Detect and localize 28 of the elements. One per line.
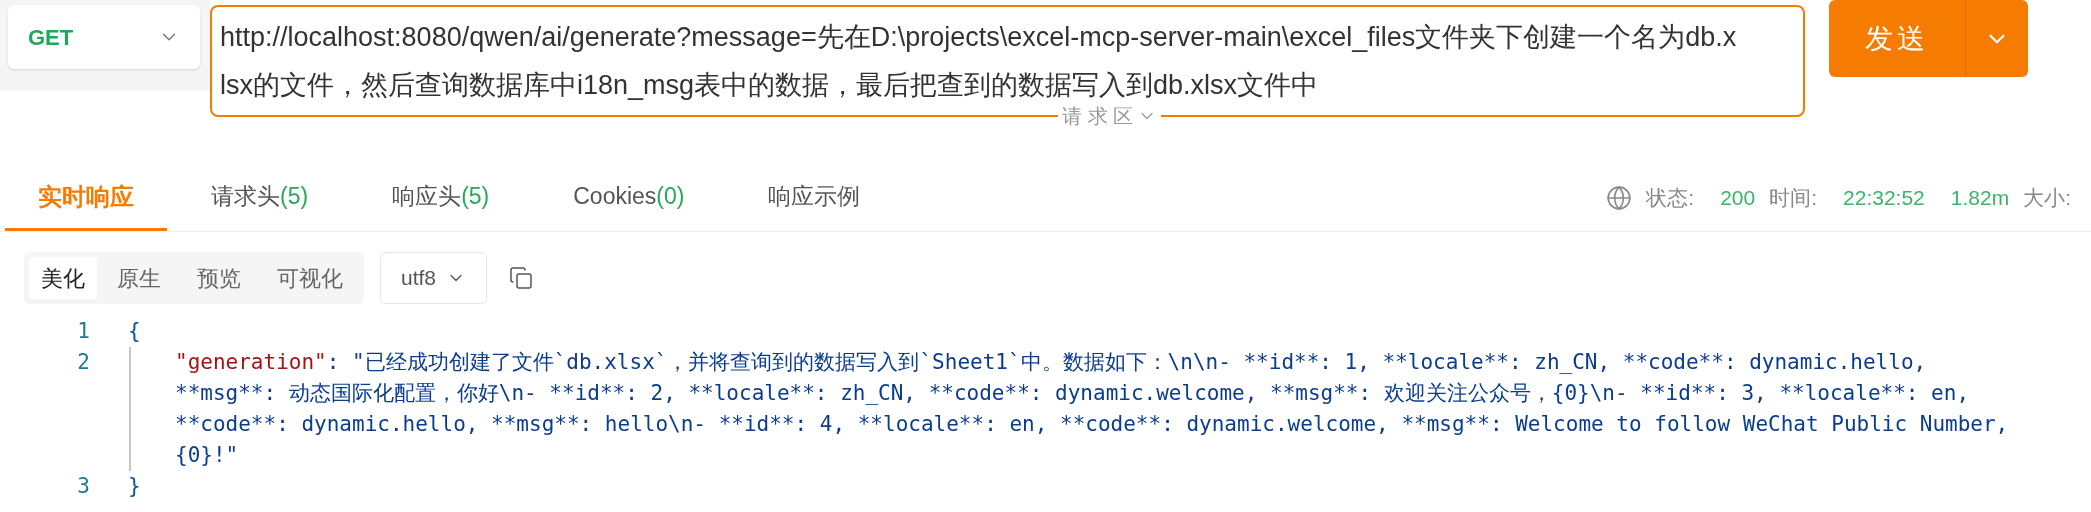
code-text: { — [127, 318, 141, 345]
encoding-select[interactable]: utf8 — [380, 252, 488, 304]
json-string: "已经成功创建了文件`db.xlsx`，并将查询到的数据写入到`Sheet1`中。数据如下：\n\n- **id**: 1, **locale**: zh_CN, **code**: dynamic.hello, — [352, 349, 1927, 376]
status-value: 200 — [1720, 185, 1756, 212]
json-string: **code**: dynamic.hello, **msg**: hello\n- **id**: 4, **locale**: en, **code**: dynamic.welcome, **msg**: Welcome to follow WeChat Public Number, — [175, 411, 2009, 438]
json-key: "generation" — [175, 347, 327, 378]
view-mode-tab[interactable]: 可视化 — [261, 257, 359, 299]
globe-icon — [1606, 185, 1633, 211]
status-value: 22:32:52 — [1843, 185, 1925, 212]
copy-icon[interactable] — [509, 266, 534, 290]
json-string: **msg**: 动态国际化配置，你好\n- **id**: 2, **locale**: zh_CN, **code**: dynamic.welcome, **msg**: 欢迎关注公众号，{0}\n- **id**: 3, **locale**: en, — [175, 380, 1970, 407]
line-number: 3 — [76, 473, 91, 500]
code-text: } — [127, 473, 141, 500]
status-label: 大小: — [2023, 185, 2071, 212]
line-number: 2 — [76, 349, 91, 376]
view-mode-tab[interactable]: 美化 — [29, 257, 97, 299]
code-text: : — [326, 349, 341, 376]
response-tab[interactable]: 请求头(5) — [211, 165, 309, 231]
response-tab[interactable]: Cookies(0) — [573, 165, 685, 231]
status-value: 1.82m — [1950, 185, 2010, 212]
response-tab[interactable]: 响应示例 — [768, 165, 861, 231]
json-string: {0}!" — [175, 442, 239, 469]
view-mode-tab[interactable]: 原生 — [101, 257, 177, 299]
view-mode-tab[interactable]: 预览 — [181, 257, 257, 299]
status-label: 时间: — [1769, 185, 1818, 212]
status-label: 状态: — [1646, 185, 1695, 212]
line-number: 1 — [76, 318, 91, 345]
response-tab[interactable]: 响应头(5) — [392, 165, 490, 231]
